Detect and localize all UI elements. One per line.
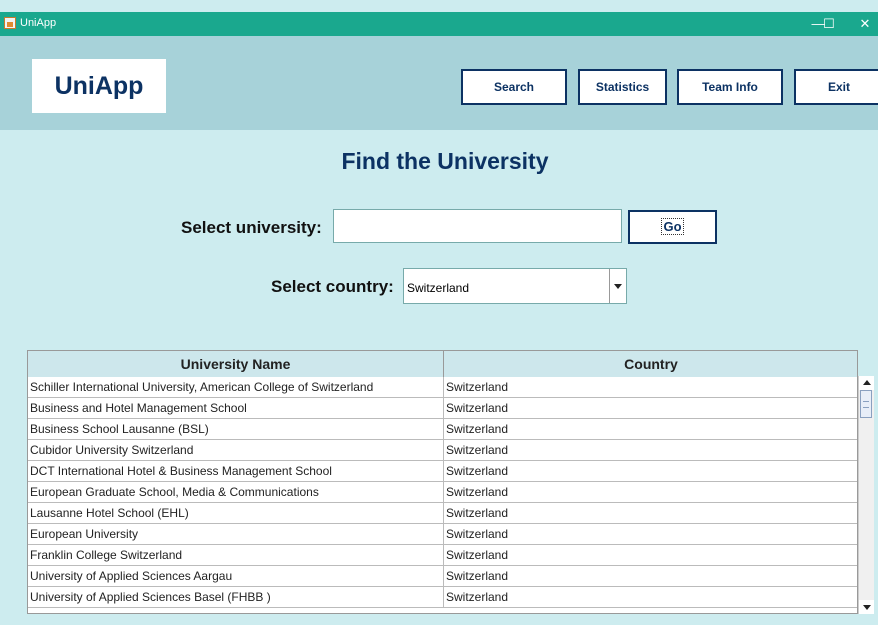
table-row[interactable]: European Graduate School, Media & Commun… — [28, 482, 857, 503]
cell-university-name: Lausanne Hotel School (EHL) — [28, 503, 444, 523]
window-titlebar: UniApp — ☐ ✕ — [0, 12, 878, 36]
table-row[interactable]: Cubidor University Switzerland Switzerlan… — [28, 440, 857, 461]
table-row[interactable]: University of Applied Sciences Basel (FH… — [28, 587, 857, 608]
select-university-label: Select university: — [181, 218, 322, 237]
university-input[interactable] — [333, 209, 622, 243]
table-row[interactable]: Lausanne Hotel School (EHL) Switzerland — [28, 503, 857, 524]
cell-university-name: Cubidor University Switzerland — [28, 440, 444, 460]
country-select-value: Switzerland — [407, 281, 470, 295]
java-app-icon — [4, 17, 16, 29]
scroll-thumb[interactable] — [860, 390, 872, 418]
team-info-button[interactable]: Team Info — [677, 69, 783, 105]
cell-country: Switzerland — [446, 527, 509, 541]
cell-university-name: Business and Hotel Management School — [28, 398, 444, 418]
table-body: Schiller International University, Ameri… — [28, 377, 857, 608]
close-button[interactable]: ✕ — [852, 12, 878, 36]
cell-country: Switzerland — [446, 464, 509, 478]
column-header-country[interactable]: Country — [444, 351, 857, 377]
go-button[interactable]: Go — [628, 210, 717, 244]
table-row[interactable]: Business School Lausanne (BSL) Switzerlan… — [28, 419, 857, 440]
exit-button[interactable]: Exit — [794, 69, 878, 105]
cell-country: Switzerland — [446, 401, 509, 415]
chevron-down-icon[interactable] — [609, 269, 626, 303]
cell-university-name: European Graduate School, Media & Commun… — [28, 482, 444, 502]
table-row[interactable]: Franklin College Switzerland Switzerland — [28, 545, 857, 566]
cell-university-name: Franklin College Switzerland — [28, 545, 444, 565]
scroll-down-arrow-icon[interactable] — [859, 600, 874, 614]
country-select[interactable]: Switzerland — [403, 268, 627, 304]
cell-country: Switzerland — [446, 443, 509, 457]
table-row[interactable]: Schiller International University, Ameri… — [28, 377, 857, 398]
page-title: Find the University — [341, 148, 549, 174]
go-button-label: Go — [661, 218, 684, 235]
cell-country: Switzerland — [446, 590, 509, 604]
app-logo: UniApp — [32, 59, 166, 113]
table-scrollbar[interactable] — [858, 376, 874, 614]
cell-country: Switzerland — [446, 548, 509, 562]
table-row[interactable]: DCT International Hotel & Business Manag… — [28, 461, 857, 482]
column-header-university-name[interactable]: University Name — [28, 351, 444, 377]
select-country-label: Select country: — [271, 277, 394, 296]
app-header: UniApp Search Statistics Team Info Exit — [0, 36, 878, 130]
statistics-button[interactable]: Statistics — [578, 69, 667, 105]
table-header: University Name Country — [28, 351, 857, 378]
search-button[interactable]: Search — [461, 69, 567, 105]
cell-university-name: DCT International Hotel & Business Manag… — [28, 461, 444, 481]
maximize-button[interactable]: ☐ — [811, 12, 847, 36]
cell-country: Switzerland — [446, 380, 509, 394]
cell-country: Switzerland — [446, 422, 509, 436]
window-title: UniApp — [20, 17, 57, 29]
table-row[interactable]: Business and Hotel Management School Swit… — [28, 398, 857, 419]
cell-university-name: University of Applied Sciences Aargau — [28, 566, 444, 586]
table-row[interactable]: University of Applied Sciences Aargau Swi… — [28, 566, 857, 587]
cell-university-name: University of Applied Sciences Basel (FH… — [28, 587, 444, 607]
cell-university-name: Schiller International University, Ameri… — [28, 377, 444, 397]
cell-country: Switzerland — [446, 506, 509, 520]
cell-country: Switzerland — [446, 485, 509, 499]
cell-university-name: Business School Lausanne (BSL) — [28, 419, 444, 439]
university-table: University Name Country Schiller Interna… — [27, 350, 858, 614]
cell-university-name: European University — [28, 524, 444, 544]
scroll-up-arrow-icon[interactable] — [859, 376, 874, 390]
table-row[interactable]: European University Switzerland — [28, 524, 857, 545]
cell-country: Switzerland — [446, 569, 509, 583]
